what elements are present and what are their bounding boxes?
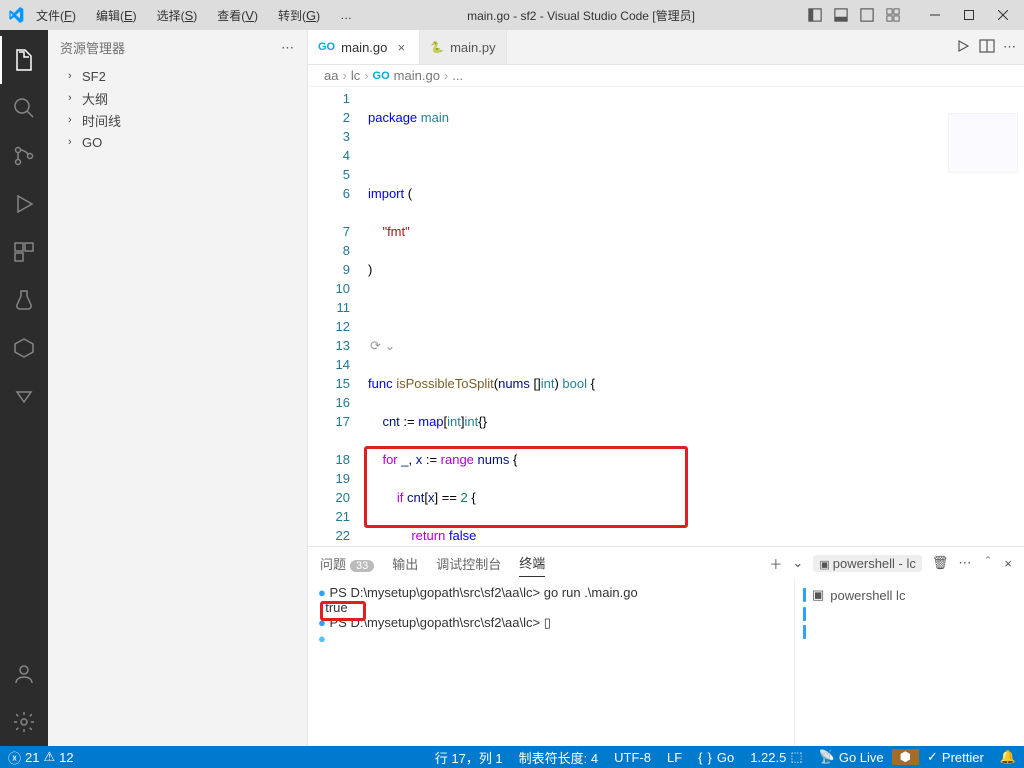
menu-select[interactable]: 选择(S) xyxy=(149,3,206,28)
activity-extra-1[interactable] xyxy=(0,324,48,372)
activity-search[interactable] xyxy=(0,84,48,132)
layout-custom-icon[interactable] xyxy=(880,0,906,30)
go-file-icon: GO xyxy=(373,70,390,82)
menu-file[interactable]: 文件(F) xyxy=(28,3,84,28)
code-editor[interactable]: 123456 7891011121314151617 1819202122 pa… xyxy=(308,87,1024,546)
python-file-icon: 🐍 xyxy=(430,41,444,54)
terminal-list-item[interactable] xyxy=(803,605,1016,623)
activity-extensions[interactable] xyxy=(0,228,48,276)
editor-more-icon[interactable]: ⋯ xyxy=(1003,39,1016,55)
window-title: main.go - sf2 - Visual Studio Code [管理员] xyxy=(360,7,802,24)
activity-settings[interactable] xyxy=(0,698,48,746)
panel-more-icon[interactable]: ⋯ xyxy=(958,555,971,571)
window-close-button[interactable] xyxy=(986,0,1020,30)
panel-maximize-icon[interactable]: ＾ xyxy=(981,554,994,573)
tab-main-py[interactable]: 🐍 main.py xyxy=(420,30,506,64)
terminal-list-item[interactable]: ▣ powershell lc xyxy=(803,585,1016,605)
panel-tab-debug[interactable]: 调试控制台 xyxy=(436,550,501,577)
sidebar-item-sf2[interactable]: ›SF2 xyxy=(48,65,307,87)
run-file-icon[interactable] xyxy=(955,38,971,57)
terminal-line: true xyxy=(325,600,347,615)
editor-tabs: GO main.go × 🐍 main.py ⋯ xyxy=(308,30,1024,65)
panel-tab-output[interactable]: 输出 xyxy=(392,550,418,577)
activity-extra-2[interactable] xyxy=(0,372,48,420)
menu-view[interactable]: 查看(V) xyxy=(209,3,266,28)
panel-tab-problems[interactable]: 问题33 xyxy=(320,550,374,577)
titlebar: 文件(F) 编辑(E) 选择(S) 查看(V) 转到(G) … main.go … xyxy=(0,0,1024,30)
statusbar: ⓧ 21 ⚠ 12 行 17，列 1 制表符长度: 4 UTF-8 LF {} … xyxy=(0,746,1024,768)
sidebar-item-label: 时间线 xyxy=(82,111,121,130)
terminal-dropdown-icon[interactable]: ⌄ xyxy=(792,555,803,571)
layout-primary-icon[interactable] xyxy=(802,0,828,30)
activity-bar xyxy=(0,30,48,746)
menu-edit[interactable]: 编辑(E) xyxy=(88,3,145,28)
code-lens-row[interactable]: ⟳ ⌄ xyxy=(368,336,1024,355)
tab-label: main.go xyxy=(341,40,387,55)
terminal-kill-icon[interactable]: 🗑 xyxy=(932,555,949,571)
status-prettier[interactable]: ✓ Prettier xyxy=(919,749,992,765)
activity-run[interactable] xyxy=(0,180,48,228)
sidebar-item-outline[interactable]: ›大纲 xyxy=(48,87,307,109)
status-indent[interactable]: 制表符长度: 4 xyxy=(511,748,606,767)
menu-more[interactable]: … xyxy=(332,4,360,26)
tab-label: main.py xyxy=(450,40,496,55)
terminal-new-icon[interactable]: ＋ xyxy=(769,554,782,573)
panel-close-icon[interactable]: × xyxy=(1004,556,1012,571)
status-extension-icon[interactable]: ⬢ xyxy=(892,749,919,765)
panel-tab-terminal[interactable]: 终端 xyxy=(519,549,545,577)
terminal-name-pill[interactable]: ▣ powershell - lc xyxy=(813,555,922,572)
sidebar-item-label: 大纲 xyxy=(82,89,108,108)
activity-scm[interactable] xyxy=(0,132,48,180)
editor-area: GO main.go × 🐍 main.py ⋯ aa› lc› GO main… xyxy=(308,30,1024,746)
split-editor-icon[interactable] xyxy=(979,38,995,57)
problems-count-badge: 33 xyxy=(350,560,374,572)
sidebar-item-label: GO xyxy=(82,135,102,150)
terminal-line: PS D:\mysetup\gopath\src\sf2\aa\lc> go r… xyxy=(329,585,637,600)
breadcrumb-seg[interactable]: ... xyxy=(452,68,463,83)
go-file-icon: GO xyxy=(318,41,335,53)
terminal[interactable]: ● PS D:\mysetup\gopath\src\sf2\aa\lc> go… xyxy=(308,579,794,746)
menu-go[interactable]: 转到(G) xyxy=(270,3,328,28)
code-content[interactable]: package main import ( "fmt" ) ⟳ ⌄ func i… xyxy=(368,87,1024,546)
layout-panel-icon[interactable] xyxy=(828,0,854,30)
vscode-logo-icon xyxy=(8,7,24,23)
status-notifications-icon[interactable]: 🔔 xyxy=(992,749,1024,765)
activity-explorer[interactable] xyxy=(0,36,48,84)
terminal-list: ▣ powershell lc xyxy=(794,579,1024,746)
status-language[interactable]: {} Go xyxy=(690,750,742,765)
status-errors[interactable]: ⓧ 21 ⚠ 12 xyxy=(0,748,82,767)
sidebar-item-go[interactable]: ›GO xyxy=(48,131,307,153)
breadcrumb-seg[interactable]: lc xyxy=(351,68,360,83)
sidebar-title: 资源管理器 xyxy=(60,38,125,57)
status-encoding[interactable]: UTF-8 xyxy=(606,750,659,765)
status-go-live[interactable]: 📡 Go Live xyxy=(811,749,892,765)
breadcrumb-seg[interactable]: main.go xyxy=(394,68,440,83)
breadcrumb[interactable]: aa› lc› GO main.go› ... xyxy=(308,65,1024,87)
window-maximize-button[interactable] xyxy=(952,0,986,30)
sidebar-item-label: SF2 xyxy=(82,69,106,84)
status-eol[interactable]: LF xyxy=(659,750,690,765)
line-gutter: 123456 7891011121314151617 1819202122 xyxy=(308,87,368,546)
window-minimize-button[interactable] xyxy=(918,0,952,30)
sidebar-more-icon[interactable]: ⋯ xyxy=(281,40,295,56)
terminal-list-item[interactable] xyxy=(803,623,1016,641)
sidebar-item-timeline[interactable]: ›时间线 xyxy=(48,109,307,131)
breadcrumb-seg[interactable]: aa xyxy=(324,68,338,83)
bottom-panel: 问题33 输出 调试控制台 终端 ＋ ⌄ ▣ powershell - lc 🗑… xyxy=(308,546,1024,746)
terminal-line: PS D:\mysetup\gopath\src\sf2\aa\lc> xyxy=(329,615,543,630)
activity-account[interactable] xyxy=(0,650,48,698)
activity-testing[interactable] xyxy=(0,276,48,324)
close-icon[interactable]: × xyxy=(393,39,409,55)
status-go-version[interactable]: 1.22.5 ⬚ xyxy=(742,749,810,765)
layout-secondary-icon[interactable] xyxy=(854,0,880,30)
status-cursor-pos[interactable]: 行 17，列 1 xyxy=(427,748,511,767)
tab-main-go[interactable]: GO main.go × xyxy=(308,30,420,64)
panel-tabs: 问题33 输出 调试控制台 终端 ＋ ⌄ ▣ powershell - lc 🗑… xyxy=(308,547,1024,579)
sidebar-explorer: 资源管理器 ⋯ ›SF2 ›大纲 ›时间线 ›GO xyxy=(48,30,308,746)
